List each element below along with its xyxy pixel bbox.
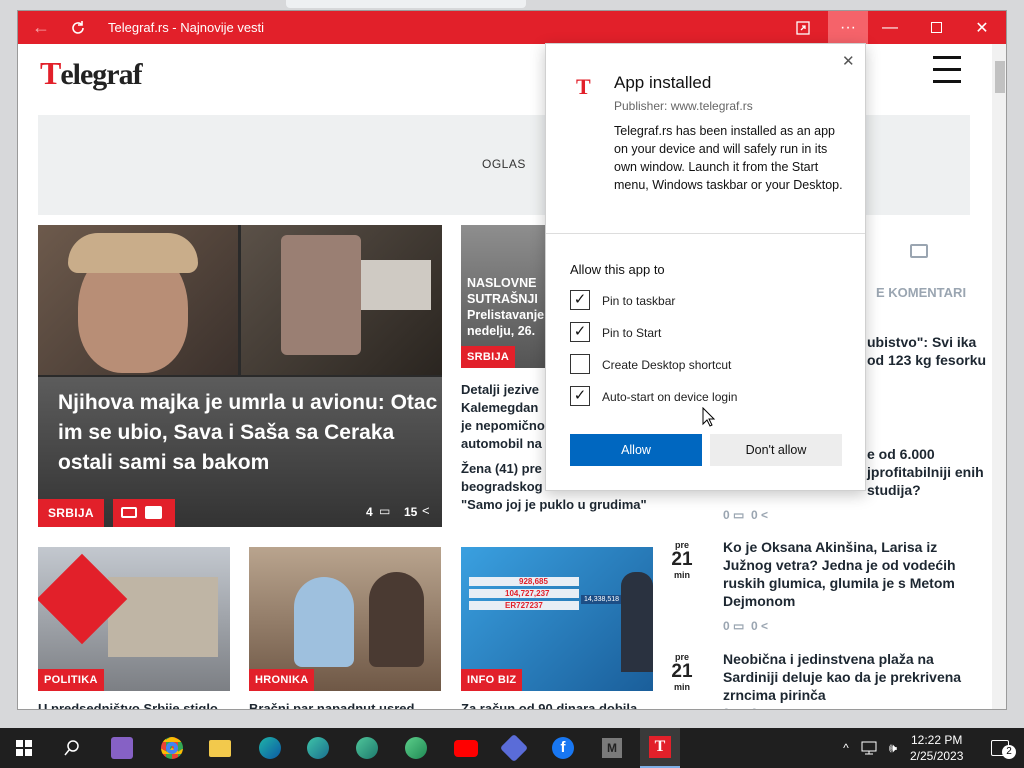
dialog-title: App installed <box>614 73 712 92</box>
middle-story-1[interactable]: Detalji jezive Kalemegdan je nepomično a… <box>461 381 551 453</box>
media-badge <box>113 499 175 527</box>
scrollbar-thumb[interactable] <box>995 61 1005 93</box>
app-logo-icon: T <box>576 74 591 99</box>
minimize-button[interactable]: — <box>870 11 910 44</box>
clock-time: 12:22 PM <box>911 733 963 747</box>
publisher-text: Publisher: www.telegraf.rs <box>614 99 753 113</box>
bottom-headline-1[interactable]: U predsedništvo Srbije stiglo <box>38 700 218 709</box>
chrome-icon[interactable] <box>152 728 192 768</box>
ad-label: OGLAS <box>482 157 526 171</box>
sidebar-story-2[interactable]: e od 6.000 jprofitabilniji enih studija? <box>867 445 987 499</box>
tv-board: 928,685 104,727,237 ER727237 <box>469 577 579 637</box>
middle-card[interactable]: NASLOVNE SUTRAŠNJI Prelistavanje nedelju… <box>461 225 548 368</box>
taskbar: f M T ^ 🕪 12:22 PM 2/25/2023 2 <box>0 728 1024 768</box>
scrollbar[interactable] <box>992 44 1006 709</box>
telegraf-app-icon[interactable]: T <box>640 728 680 768</box>
visual-studio-icon[interactable] <box>102 728 142 768</box>
time-ago-1: pre 21 min <box>671 540 693 580</box>
video-icon <box>145 506 162 519</box>
hero-share-count: 15 <box>404 505 418 519</box>
site-logo[interactable]: Telegraf <box>40 55 143 92</box>
background-window <box>286 0 526 8</box>
desktop-shortcut-label: Create Desktop shortcut <box>602 358 732 372</box>
bottom-card-2-image[interactable]: HRONIKA <box>249 547 441 691</box>
notification-center-icon[interactable]: 2 <box>980 728 1020 768</box>
refresh-icon[interactable] <box>63 11 93 44</box>
bottom-headline-2[interactable]: Bračni par napadnut usred <box>249 700 414 709</box>
auto-start-checkbox[interactable]: ✓ <box>570 386 590 406</box>
hero-article[interactable]: Njihova majka je umrla u avionu: Otac im… <box>38 225 442 527</box>
facebook-icon[interactable]: f <box>543 728 583 768</box>
sidebar-4-comments: 0 ▭ 0 < <box>723 706 768 709</box>
pin-taskbar-checkbox[interactable]: ✓ <box>570 290 590 310</box>
title-bar: ← Telegraf.rs - Najnovije vesti ··· — ✕ <box>18 11 1006 44</box>
maximize-button[interactable] <box>916 11 956 44</box>
volume-icon[interactable]: 🕪 <box>882 728 904 768</box>
windows-start-icon[interactable] <box>4 728 44 768</box>
network-icon[interactable] <box>858 728 880 768</box>
hero-headline[interactable]: Njihova majka je umrla u avionu: Otac im… <box>58 388 438 478</box>
sidebar-3-comments: 0 ▭ 0 < <box>723 619 769 633</box>
hero-photo-woman <box>38 225 238 375</box>
bottom-category-2[interactable]: HRONIKA <box>249 669 315 691</box>
edge-dev-icon[interactable] <box>347 728 387 768</box>
hero-photo-memorial <box>241 225 442 375</box>
allow-button[interactable]: Allow <box>570 434 702 466</box>
m-app-icon[interactable]: M <box>592 728 632 768</box>
time-ago-2: pre 21 min <box>671 652 693 692</box>
close-button[interactable]: ✕ <box>962 11 1002 44</box>
notification-badge: 2 <box>1002 745 1016 759</box>
clock[interactable]: 12:22 PM 2/25/2023 <box>910 732 963 764</box>
edge-icon[interactable] <box>250 728 290 768</box>
desktop-shortcut-checkbox[interactable] <box>570 354 590 374</box>
bottom-card-3-image[interactable]: 928,685 104,727,237 ER727237 14,338,518 … <box>461 547 653 691</box>
pin-taskbar-label: Pin to taskbar <box>602 294 676 308</box>
sidebar-story-4[interactable]: Neobična i jedinstvena plaža na Sardinij… <box>723 650 973 704</box>
logo-mark: T <box>40 55 61 91</box>
share-icon[interactable]: < <box>422 503 430 518</box>
chevron-up-icon[interactable]: ^ <box>836 728 856 768</box>
bottom-card-1-image[interactable]: POLITIKA <box>38 547 230 691</box>
mouse-cursor-icon <box>702 407 716 427</box>
middle-category-badge[interactable]: SRBIJA <box>461 346 516 368</box>
sidebar-story-3[interactable]: Ko je Oksana Akinšina, Larisa iz Južnog … <box>723 538 973 610</box>
edge-beta-icon[interactable] <box>298 728 338 768</box>
app-available-icon[interactable] <box>788 11 818 44</box>
divider <box>546 233 865 234</box>
hero-comment-count: 4 <box>366 505 373 519</box>
auto-start-label: Auto-start on device login <box>602 390 738 404</box>
comment-icon: ▭ <box>379 504 391 518</box>
file-explorer-icon[interactable] <box>200 728 240 768</box>
sidebar-heading: E KOMENTARI <box>876 285 967 300</box>
edge-canary-icon[interactable] <box>396 728 436 768</box>
dialog-description: Telegraf.rs has been installed as an app… <box>614 124 843 192</box>
allow-heading: Allow this app to <box>570 262 665 277</box>
hero-category-badge[interactable]: SRBIJA <box>38 499 104 527</box>
clock-date: 2/25/2023 <box>910 749 964 763</box>
sidebar-2-comments: 0 ▭ 0 < <box>723 508 769 522</box>
app-icon[interactable] <box>494 728 534 768</box>
bottom-category-3[interactable]: INFO BIZ <box>461 669 523 691</box>
pin-start-checkbox[interactable]: ✓ <box>570 322 590 342</box>
back-arrow-icon[interactable]: ← <box>26 11 56 44</box>
sidebar-story-1[interactable]: ubistvo": Svi ika od 123 kg fesorku <box>867 333 987 369</box>
pin-start-label: Pin to Start <box>602 326 662 340</box>
window-title: Telegraf.rs - Najnovije vesti <box>108 20 265 35</box>
bottom-category-1[interactable]: POLITIKA <box>38 669 104 691</box>
close-icon[interactable]: ✕ <box>842 52 855 70</box>
bottom-headline-3[interactable]: Za račun od 90 dinara dobila <box>461 700 637 709</box>
middle-card-title: NASLOVNE SUTRAŠNJI Prelistavanje nedelju… <box>467 276 545 338</box>
dont-allow-button[interactable]: Don't allow <box>710 434 842 466</box>
photo-icon <box>121 507 137 518</box>
comments-section-icon <box>910 244 928 258</box>
youtube-icon[interactable] <box>446 728 486 768</box>
search-icon[interactable] <box>52 728 92 768</box>
settings-more-icon[interactable]: ··· <box>828 11 868 44</box>
hamburger-menu-icon[interactable] <box>933 56 961 92</box>
